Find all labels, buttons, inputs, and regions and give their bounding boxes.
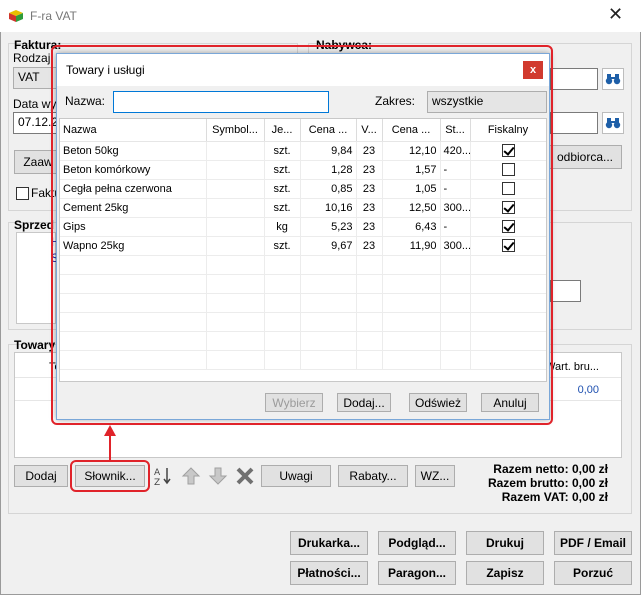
- zapisz-button[interactable]: Zapisz: [466, 561, 544, 585]
- faktura-checkbox[interactable]: [16, 187, 29, 200]
- binoculars-icon[interactable]: [602, 68, 624, 90]
- sprzedawca-field[interactable]: [550, 280, 581, 302]
- razem-vat: Razem VAT: 0,00 zł: [501, 490, 608, 504]
- delete-icon[interactable]: [234, 465, 256, 487]
- razem-netto: Razem netto: 0,00 zł: [493, 462, 608, 476]
- porzuc-button[interactable]: Porzuć: [554, 561, 632, 585]
- podglad-button[interactable]: Podgląd...: [378, 531, 456, 555]
- pdf-email-button[interactable]: PDF / Email: [554, 531, 632, 555]
- towary-label: Towary: [14, 338, 56, 352]
- sprzedawca-box: H S: [16, 232, 60, 324]
- sort-az-icon[interactable]: AZ: [152, 465, 174, 488]
- drukarka-button[interactable]: Drukarka...: [290, 531, 368, 555]
- sprzedawca-label: Sprzed: [14, 218, 55, 232]
- move-down-icon[interactable]: [207, 465, 229, 487]
- arrow-up-icon: [104, 425, 116, 461]
- dialog-highlight: [51, 45, 553, 425]
- rabaty-button[interactable]: Rabaty...: [338, 465, 408, 487]
- towary-sum-value: 0,00: [577, 384, 599, 396]
- odbiorca-field[interactable]: [550, 112, 598, 134]
- uwagi-button[interactable]: Uwagi: [261, 465, 331, 487]
- razem-brutto: Razem brutto: 0,00 zł: [487, 476, 608, 490]
- towary-col-header: Wart. bru...: [545, 361, 599, 373]
- window-title: F-ra VAT: [30, 9, 77, 23]
- rodzaj-label: Rodzaj:: [13, 51, 54, 65]
- drukuj-button[interactable]: Drukuj: [466, 531, 544, 555]
- svg-text:A: A: [154, 468, 161, 478]
- binoculars-icon[interactable]: [602, 112, 624, 134]
- app-icon: [9, 10, 23, 22]
- paragon-button[interactable]: Paragon...: [378, 561, 456, 585]
- title-bar: F-ra VAT ✕: [0, 0, 641, 32]
- move-up-icon[interactable]: [180, 465, 202, 487]
- platnosci-button[interactable]: Płatności...: [290, 561, 368, 585]
- dodaj-towar-button[interactable]: Dodaj: [14, 465, 68, 487]
- nabywca-field[interactable]: [550, 68, 598, 90]
- close-icon[interactable]: ✕: [608, 4, 623, 25]
- slownik-highlight: [70, 460, 150, 492]
- svg-text:Z: Z: [154, 478, 160, 487]
- wz-button[interactable]: WZ...: [415, 465, 455, 487]
